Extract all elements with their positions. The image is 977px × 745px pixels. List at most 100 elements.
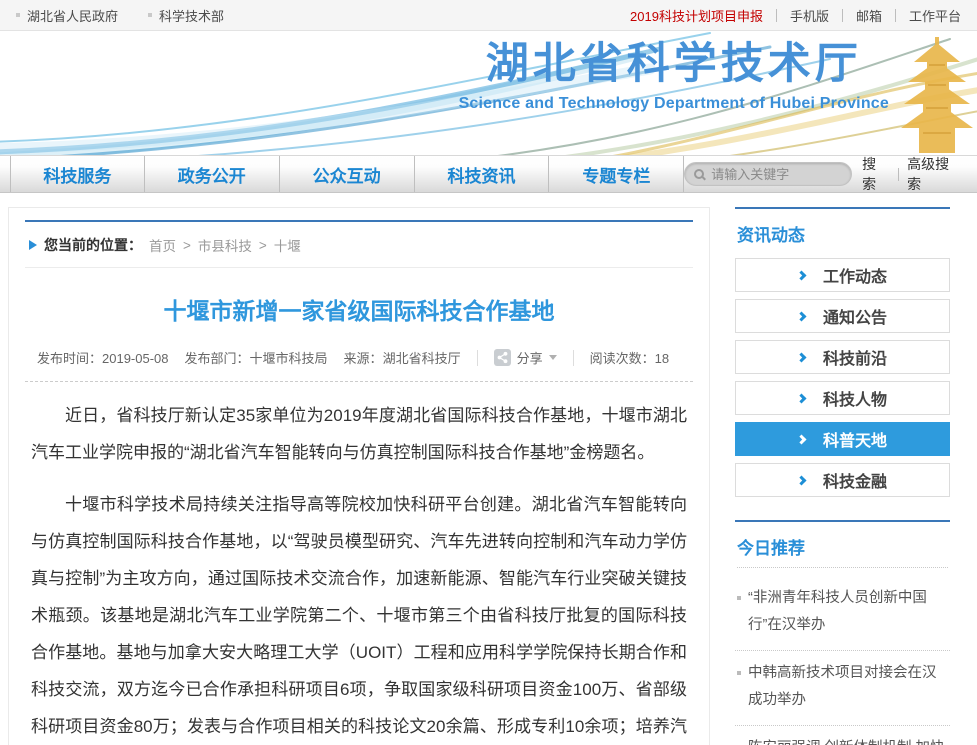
recommended-article-link[interactable]: 中韩高新技术项目对接会在汉成功举办: [735, 651, 950, 726]
today-recommend-section: 今日推荐 “非洲青年科技人员创新中国行”在汉举办 中韩高新技术项目对接会在汉成功…: [735, 520, 950, 745]
primary-navigation: 科技服务 政务公开 公众互动 科技资讯 专题专栏 搜索 高级搜索: [0, 155, 977, 193]
nav-item-tech-services[interactable]: 科技服务: [10, 156, 145, 192]
caret-down-icon: [549, 355, 557, 360]
sidebar-item-label: 科技前沿: [823, 345, 887, 369]
main-inner: 您当前的位置： 首页 > 市县科技 > 十堰 十堰市新增一家省级国际科技合作基地…: [25, 220, 693, 745]
link-label: 湖北省人民政府: [27, 6, 118, 25]
share-label: 分享: [517, 348, 543, 367]
advanced-search-link[interactable]: 高级搜索: [907, 154, 963, 194]
square-bullet-icon: [16, 13, 20, 17]
article-meta-info: 发布时间：2019-05-08 发布部门：十堰市科技局 来源：湖北省科技厅: [37, 348, 461, 367]
sidebar-item-science-popularization[interactable]: 科普天地: [735, 422, 950, 456]
search-links: 搜索 高级搜索: [862, 154, 963, 194]
recommended-article-link[interactable]: 陈安丽强调 创新体制机制 加快组建创新联合体: [735, 726, 950, 745]
main-content-panel: 您当前的位置： 首页 > 市县科技 > 十堰 十堰市新增一家省级国际科技合作基地…: [8, 207, 710, 745]
link-most[interactable]: 科学技术部: [148, 6, 224, 25]
recommended-article-link[interactable]: “非洲青年科技人员创新中国行”在汉举办: [735, 576, 950, 651]
share-icon: [494, 349, 511, 366]
site-banner: 湖北省科学技术厅 Science and Technology Departme…: [0, 31, 977, 155]
share-button[interactable]: 分享: [494, 348, 557, 367]
article-body: 近日，省科技厅新认定35家单位为2019年度湖北省国际科技合作基地，十堰市湖北汽…: [25, 397, 693, 745]
nav-item-tech-news[interactable]: 科技资讯: [415, 156, 550, 192]
divider: [573, 350, 574, 366]
nav-item-gov-affairs[interactable]: 政务公开: [145, 156, 280, 192]
news-dynamics-section: 资讯动态 工作动态 通知公告 科技前沿 科技人物 科普天地: [735, 207, 950, 497]
divider: [895, 9, 896, 22]
recommended-article-title: 中韩高新技术项目对接会在汉成功举办: [748, 665, 937, 708]
link-2019-project-application[interactable]: 2019科技计划项目申报: [630, 6, 763, 25]
sidebar-item-notices[interactable]: 通知公告: [735, 299, 950, 333]
search-icon: [694, 169, 704, 179]
publish-time-label: 发布时间：: [37, 351, 102, 366]
chevron-right-icon: [797, 434, 807, 444]
link-hubei-gov[interactable]: 湖北省人民政府: [16, 6, 118, 25]
link-label: 科学技术部: [159, 6, 224, 25]
publish-time-value: 2019-05-08: [102, 351, 169, 366]
news-section-title: 资讯动态: [737, 221, 948, 246]
sidebar-item-label: 通知公告: [823, 304, 887, 328]
topbar-right-links: 2019科技计划项目申报 手机版 邮箱 工作平台: [630, 6, 961, 25]
chevron-right-icon: [797, 393, 807, 403]
publish-time: 发布时间：2019-05-08: [37, 348, 169, 367]
recommended-article-title: 陈安丽强调 创新体制机制 加快组建创新联合体: [748, 740, 945, 745]
link-work-platform[interactable]: 工作平台: [909, 6, 961, 25]
banner-title-block: 湖北省科学技术厅 Science and Technology Departme…: [459, 39, 889, 113]
sidebar-item-label: 科技金融: [823, 468, 887, 492]
breadcrumb-separator: >: [183, 238, 191, 253]
recommended-article-title: “非洲青年科技人员创新中国行”在汉举办: [748, 590, 927, 633]
breadcrumb-arrow-icon: [29, 240, 37, 250]
link-mobile-version[interactable]: 手机版: [790, 6, 829, 25]
page-body: 您当前的位置： 首页 > 市县科技 > 十堰 十堰市新增一家省级国际科技合作基地…: [0, 193, 977, 745]
source-value: 湖北省科技厅: [383, 351, 461, 366]
link-mailbox[interactable]: 邮箱: [856, 6, 882, 25]
search-box[interactable]: [684, 162, 852, 186]
divider: [477, 350, 478, 366]
sidebar-item-label: 科技人物: [823, 386, 887, 410]
square-bullet-icon: [737, 596, 741, 600]
read-count: 阅读次数：18: [590, 348, 669, 367]
chevron-right-icon: [797, 475, 807, 485]
breadcrumb-link-city-tech[interactable]: 市县科技: [198, 235, 252, 255]
publish-department: 发布部门：十堰市科技局: [185, 348, 328, 367]
square-bullet-icon: [737, 671, 741, 675]
divider: [898, 168, 899, 181]
breadcrumb-prefix: 您当前的位置：: [44, 235, 142, 255]
sidebar-item-work-news[interactable]: 工作动态: [735, 258, 950, 292]
divider: [776, 9, 777, 22]
department-value: 十堰市科技局: [250, 351, 328, 366]
sidebar-item-label: 科普天地: [823, 427, 887, 451]
chevron-right-icon: [797, 270, 807, 280]
article-source: 来源：湖北省科技厅: [344, 348, 461, 367]
read-count-label: 阅读次数：: [590, 351, 655, 366]
search-input[interactable]: [711, 167, 831, 182]
sidebar-item-tech-frontier[interactable]: 科技前沿: [735, 340, 950, 374]
sidebar-item-label: 工作动态: [823, 263, 887, 287]
site-title: 湖北省科学技术厅: [459, 39, 889, 91]
search-area: 搜索 高级搜索: [684, 156, 977, 192]
article-paragraph: 近日，省科技厅新认定35家单位为2019年度湖北省国际科技合作基地，十堰市湖北汽…: [31, 397, 687, 471]
sidebar-item-tech-people[interactable]: 科技人物: [735, 381, 950, 415]
search-button[interactable]: 搜索: [862, 154, 890, 194]
chevron-right-icon: [797, 352, 807, 362]
breadcrumb-separator: >: [259, 238, 267, 253]
breadcrumb: 您当前的位置： 首页 > 市县科技 > 十堰: [25, 222, 693, 268]
divider: [842, 9, 843, 22]
article-title: 十堰市新增一家省级国际科技合作基地: [25, 292, 693, 326]
department-label: 发布部门：: [185, 351, 250, 366]
top-utility-bar: 湖北省人民政府 科学技术部 2019科技计划项目申报 手机版 邮箱 工作平台: [0, 0, 977, 31]
sidebar-item-tech-finance[interactable]: 科技金融: [735, 463, 950, 497]
sidebar: 资讯动态 工作动态 通知公告 科技前沿 科技人物 科普天地: [735, 207, 950, 745]
square-bullet-icon: [148, 13, 152, 17]
source-label: 来源：: [344, 351, 383, 366]
site-subtitle-english: Science and Technology Department of Hub…: [459, 95, 889, 113]
article-meta-row: 发布时间：2019-05-08 发布部门：十堰市科技局 来源：湖北省科技厅: [25, 342, 693, 382]
nav-item-public-interaction[interactable]: 公众互动: [280, 156, 415, 192]
article-paragraph: 十堰市科学技术局持续关注指导高等院校加快科研平台创建。湖北省汽车智能转向与仿真控…: [31, 486, 687, 745]
breadcrumb-link-shiyan[interactable]: 十堰: [274, 235, 301, 255]
chevron-right-icon: [797, 311, 807, 321]
today-section-title: 今日推荐: [737, 534, 948, 568]
nav-item-special-columns[interactable]: 专题专栏: [549, 156, 684, 192]
topbar-left-links: 湖北省人民政府 科学技术部: [16, 6, 224, 25]
breadcrumb-link-home[interactable]: 首页: [149, 235, 176, 255]
read-count-value: 18: [655, 351, 669, 366]
